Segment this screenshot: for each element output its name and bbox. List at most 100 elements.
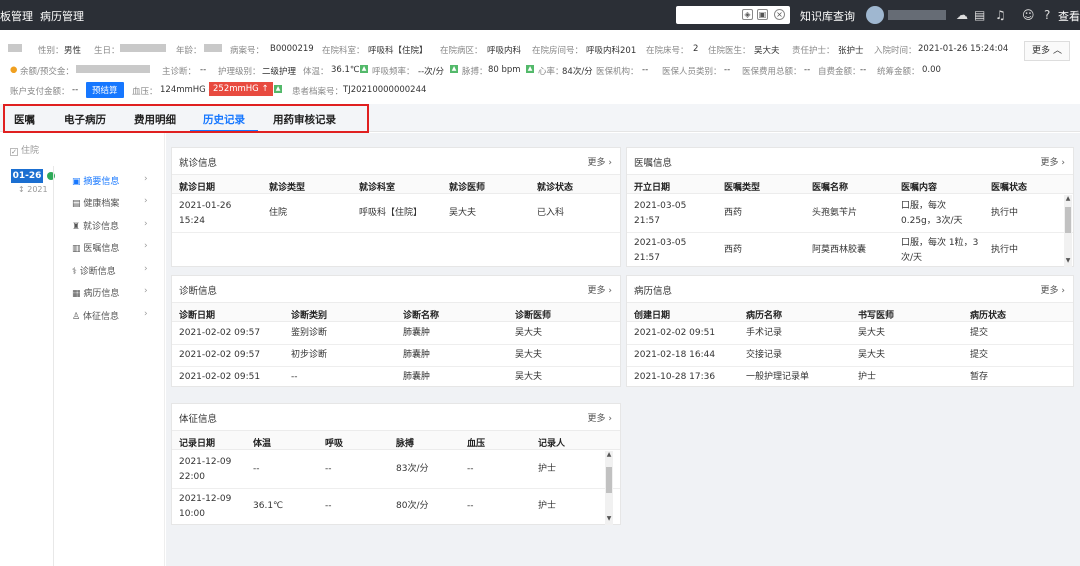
- nurse-value: 张护士: [838, 46, 864, 56]
- visit-year: ↕ 2021: [18, 185, 48, 194]
- resp-chart-icon[interactable]: ▲: [450, 65, 458, 73]
- hr-value: 84次/分: [562, 67, 593, 77]
- column-header: 医嘱内容: [901, 183, 938, 193]
- column-header: 记录人: [538, 439, 566, 449]
- id-card-icon[interactable]: ▣: [757, 9, 768, 20]
- scroll-thumb[interactable]: [606, 467, 612, 493]
- room-label: 在院房间号：: [532, 46, 584, 56]
- checkbox-icon[interactable]: ✓: [10, 148, 18, 156]
- chat-icon[interactable]: ☁: [956, 8, 968, 22]
- clear-icon[interactable]: ×: [774, 9, 785, 20]
- table-row[interactable]: 2021-12-09 22:00 -- -- 83次/分 -- 护士: [172, 451, 620, 489]
- self-pay-value: --: [860, 65, 867, 75]
- summary-icon: ▣: [72, 177, 84, 187]
- account-pay-label: 账户支付金额：: [10, 87, 70, 97]
- ins-inst-value: --: [642, 65, 649, 75]
- bp-chart-icon[interactable]: ▲: [274, 85, 282, 93]
- more-link[interactable]: 更多 ›: [1041, 155, 1065, 168]
- nav-health-record[interactable]: ▤ 健康档案: [72, 196, 119, 209]
- scroll-down-icon[interactable]: ▼: [1064, 257, 1072, 264]
- bp-label: 血压：: [132, 87, 158, 97]
- age-blurred: [204, 44, 222, 52]
- table-row[interactable]: 2021-03-05 21:57 西药 阿莫西林胶囊 口服，每次 1粒，3次/天…: [627, 234, 1073, 268]
- visit-date-badge[interactable]: 01-26: [11, 169, 43, 183]
- account-pay-value: --: [72, 85, 79, 95]
- more-link[interactable]: 更多 ›: [588, 283, 612, 296]
- table-row[interactable]: 2021-02-02 09:57 初步诊断 肺囊肿 吴大夫: [172, 345, 620, 367]
- doctor-value: 吴大夫: [754, 46, 780, 56]
- admit-value: 2021-01-26 15:24:04: [918, 44, 1009, 54]
- nav-medical-record-info[interactable]: ▦ 病历信息: [72, 286, 119, 299]
- shield-icon[interactable]: ◈: [742, 9, 753, 20]
- pool-value: 0.00: [922, 65, 941, 75]
- hr-label: 心率：: [538, 67, 564, 77]
- help-icon[interactable]: ?: [1044, 8, 1050, 22]
- scroll-up-icon[interactable]: ▲: [1064, 195, 1072, 202]
- table-row[interactable]: 2021-01-26 15:24 住院 呼吸科【住院】 吴大夫 已入科: [172, 195, 620, 233]
- resp-label: 呼吸频率：: [372, 67, 415, 77]
- column-header: 诊断名称: [403, 311, 440, 321]
- resp-value: --次/分: [418, 67, 444, 77]
- divider: [53, 166, 54, 566]
- column-header: 呼吸: [325, 439, 344, 449]
- knowledge-base-link[interactable]: 知识库查询: [800, 8, 855, 24]
- pulse-value: 80 bpm: [488, 65, 521, 75]
- pool-label: 统筹金额：: [877, 67, 920, 77]
- column-header: 就诊状态: [537, 183, 574, 193]
- smiley-icon[interactable]: ☺: [1022, 8, 1035, 22]
- column-header: 血压: [467, 439, 486, 449]
- column-header: 体温: [253, 439, 272, 449]
- nav-visit-info[interactable]: ♜ 就诊信息: [72, 219, 119, 232]
- care-label: 护理级别：: [218, 67, 261, 77]
- pre-settle-button[interactable]: 预结算: [86, 82, 124, 98]
- pulse-chart-icon[interactable]: ▲: [526, 65, 534, 73]
- inpatient-label: 住院: [21, 146, 40, 156]
- search-input[interactable]: ◈ ▣ ×: [676, 6, 790, 24]
- more-link[interactable]: 更多 ›: [588, 155, 612, 168]
- dept-value: 呼吸科【住院】: [368, 46, 428, 56]
- column-header: 诊断日期: [179, 311, 216, 321]
- chevron-right-icon: ›: [144, 219, 148, 229]
- menu-medical-record-management[interactable]: 病历管理: [40, 8, 84, 24]
- user-name-blurred: [888, 10, 946, 20]
- scroll-up-icon[interactable]: ▲: [605, 451, 613, 458]
- chevron-right-icon: ›: [144, 241, 148, 251]
- avatar[interactable]: [866, 6, 884, 24]
- more-info-button[interactable]: 更多 ︿: [1024, 41, 1070, 61]
- scrollbar[interactable]: ▲ ▼: [1064, 195, 1072, 267]
- table-row[interactable]: 2021-02-02 09:57 鉴别诊断 肺囊肿 吴大夫: [172, 323, 620, 345]
- column-header: 就诊医师: [449, 183, 486, 193]
- nav-order-info[interactable]: ▥ 医嘱信息: [72, 241, 119, 254]
- menu-board-management[interactable]: 板管理: [0, 8, 33, 24]
- order-info-panel: 医嘱信息 更多 › 开立日期 医嘱类型 医嘱名称 医嘱内容 医嘱状态 2021-…: [626, 147, 1074, 267]
- temp-chart-icon[interactable]: ▲: [360, 65, 368, 73]
- table-row[interactable]: 2021-03-05 21:57 西药 头孢氨苄片 口服，每次 0.25g，3次…: [627, 195, 1073, 233]
- bell-icon[interactable]: ♫: [995, 8, 1006, 22]
- inpatient-filter[interactable]: ✓ 住院: [10, 143, 39, 156]
- scrollbar[interactable]: ▲ ▼: [605, 451, 613, 525]
- diag-label: 主诊断：: [162, 67, 197, 77]
- age-label: 年龄：: [176, 46, 202, 56]
- scroll-down-icon[interactable]: ▼: [605, 515, 613, 522]
- diagnosis-info-panel: 诊断信息 更多 › 诊断日期 诊断类别 诊断名称 诊断医师 2021-02-02…: [171, 275, 621, 387]
- ins-type-label: 医保人员类别：: [662, 67, 722, 77]
- chevron-right-icon: ›: [144, 286, 148, 296]
- nav-summary[interactable]: ▣ 摘要信息: [72, 174, 119, 187]
- clipboard-icon[interactable]: ▤: [974, 8, 985, 22]
- view-link[interactable]: 查看: [1058, 8, 1080, 24]
- table-row[interactable]: 2021-02-02 09:51 -- 肺囊肿 吴大夫: [172, 367, 620, 388]
- nav-diagnosis-info[interactable]: ⚕ 诊断信息: [72, 264, 116, 277]
- table-row[interactable]: 2021-02-02 09:51 手术记录 吴大夫 提交: [627, 323, 1073, 345]
- table-row[interactable]: 2021-12-09 10:00 36.1℃ -- 80次/分 -- 护士: [172, 490, 620, 526]
- nav-vital-sign-info[interactable]: ♙ 体征信息: [72, 309, 119, 322]
- table-row[interactable]: 2021-02-18 16:44 交接记录 吴大夫 提交: [627, 345, 1073, 367]
- table-row[interactable]: 2021-10-28 17:36 一般护理记录单 护士 暂存: [627, 367, 1073, 388]
- panel-title: 医嘱信息: [634, 158, 673, 169]
- care-value: 二级护理: [262, 67, 297, 77]
- ins-fee-label: 医保费用总额：: [742, 67, 802, 77]
- more-link[interactable]: 更多 ›: [1041, 283, 1065, 296]
- column-header: 病历状态: [970, 311, 1007, 321]
- scroll-thumb[interactable]: [1065, 207, 1071, 233]
- admit-label: 入院时间：: [874, 46, 917, 56]
- more-link[interactable]: 更多 ›: [588, 411, 612, 424]
